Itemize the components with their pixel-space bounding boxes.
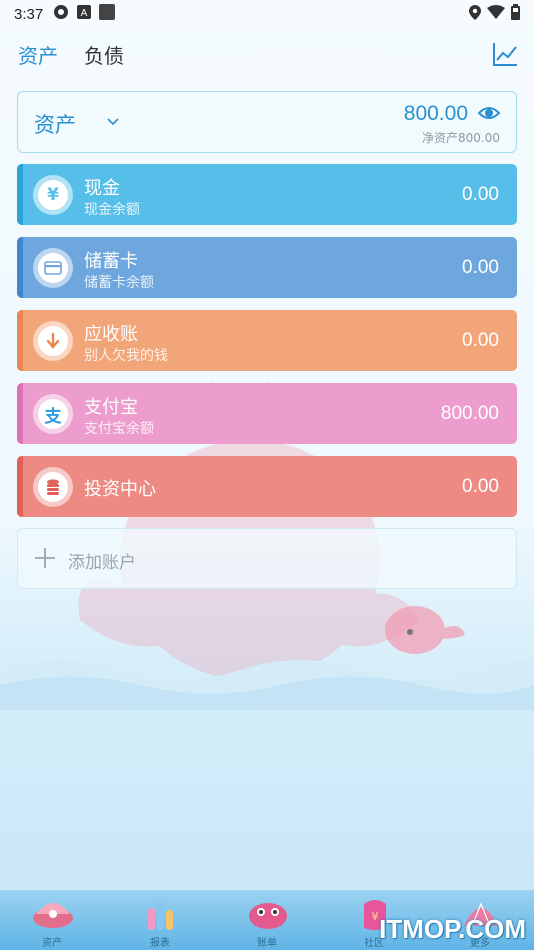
asset-summary-card[interactable]: 资产 800.00 净资产800.00 bbox=[17, 91, 517, 153]
nav-label: 资产 bbox=[42, 938, 62, 949]
account-card-cash[interactable]: ¥ 现金 现金余额 0.00 bbox=[17, 164, 517, 225]
location-icon bbox=[469, 4, 481, 24]
account-subtitle: 储蓄卡余额 bbox=[84, 275, 154, 291]
summary-title: 资产 bbox=[34, 113, 76, 137]
font-icon: A bbox=[77, 5, 92, 23]
account-balance: 0.00 bbox=[462, 330, 499, 351]
account-card-receivable[interactable]: 应收账 别人欠我的钱 0.00 bbox=[17, 310, 517, 371]
nav-label: 报表 bbox=[150, 938, 170, 949]
watermark: ITMOP.COM bbox=[379, 914, 526, 944]
account-subtitle: 支付宝余额 bbox=[84, 421, 154, 437]
account-card-investment[interactable]: 投资中心 0.00 bbox=[17, 456, 517, 517]
yuan-icon: ¥ bbox=[33, 175, 73, 215]
account-balance: 0.00 bbox=[462, 184, 499, 205]
add-account-button[interactable]: 添加账户 bbox=[17, 528, 517, 589]
net-assets-text: 净资产800.00 bbox=[422, 131, 500, 145]
svg-text:¥: ¥ bbox=[372, 910, 379, 923]
investment-coins-icon bbox=[33, 467, 73, 507]
battery-icon bbox=[511, 4, 520, 24]
small-whale-illustration bbox=[385, 606, 465, 654]
svg-text:A: A bbox=[81, 8, 88, 19]
total-assets-amount: 800.00 bbox=[403, 102, 468, 125]
coral-report-icon bbox=[148, 902, 173, 930]
account-balance: 0.00 bbox=[462, 257, 499, 278]
nav-item-assets[interactable]: 资产 bbox=[12, 890, 92, 950]
account-name: 应收账 bbox=[84, 324, 138, 345]
receivable-icon bbox=[33, 321, 73, 361]
status-time: 3:37 bbox=[14, 5, 44, 23]
account-card-alipay[interactable]: 支 支付宝 支付宝余额 800.00 bbox=[17, 383, 517, 444]
settings-icon bbox=[53, 4, 69, 24]
eye-icon[interactable] bbox=[477, 104, 501, 122]
header: 资产 负债 bbox=[18, 36, 518, 72]
nav-item-bills[interactable]: 账单 bbox=[227, 890, 307, 950]
app-icon bbox=[99, 4, 116, 24]
account-name: 投资中心 bbox=[84, 479, 156, 500]
account-subtitle: 现金余额 bbox=[84, 202, 140, 218]
shell-assets-icon bbox=[33, 903, 73, 928]
nav-item-report[interactable]: 报表 bbox=[120, 890, 200, 950]
fish-bill-icon bbox=[249, 903, 287, 929]
add-account-label: 添加账户 bbox=[68, 553, 136, 573]
tab-liabilities[interactable]: 负债 bbox=[84, 40, 124, 69]
nav-label: 账单 bbox=[257, 938, 277, 949]
account-name: 现金 bbox=[84, 178, 120, 199]
account-card-savings[interactable]: 储蓄卡 储蓄卡余额 0.00 bbox=[17, 237, 517, 298]
account-name: 支付宝 bbox=[84, 397, 138, 418]
account-balance: 0.00 bbox=[462, 476, 499, 497]
account-balance: 800.00 bbox=[440, 403, 499, 424]
alipay-icon: 支 bbox=[33, 394, 73, 434]
account-subtitle: 别人欠我的钱 bbox=[84, 348, 168, 364]
bank-card-icon bbox=[33, 248, 73, 288]
account-name: 储蓄卡 bbox=[84, 251, 138, 272]
tab-assets[interactable]: 资产 bbox=[18, 40, 58, 69]
status-bar: 3:37 A bbox=[0, 0, 534, 28]
wifi-icon bbox=[487, 5, 505, 23]
trend-chart-icon[interactable] bbox=[492, 41, 518, 67]
chevron-down-icon[interactable] bbox=[106, 114, 120, 128]
plus-icon bbox=[34, 547, 56, 569]
